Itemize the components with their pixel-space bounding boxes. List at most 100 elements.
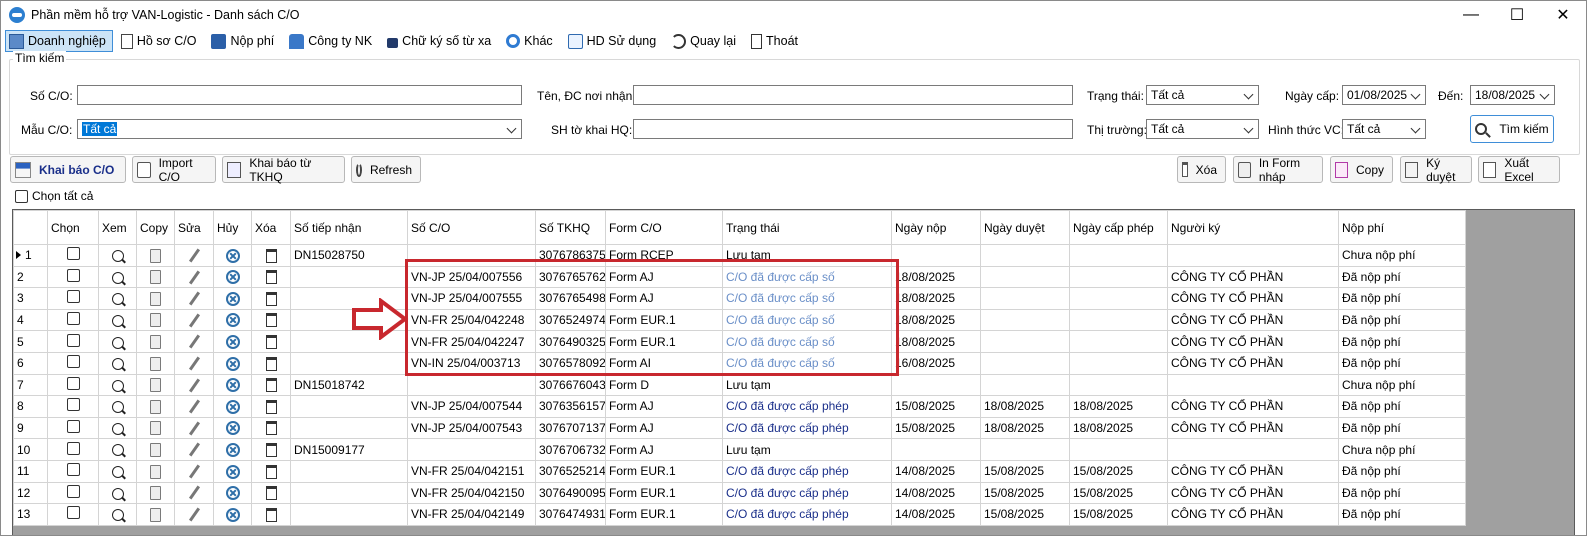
- copy-icon[interactable]: [150, 356, 161, 371]
- copy-icon[interactable]: [150, 421, 161, 436]
- import-co-button[interactable]: Import C/O: [132, 156, 216, 184]
- copy-cell[interactable]: [136, 330, 175, 353]
- delete-cell[interactable]: [251, 395, 291, 418]
- row-header[interactable]: 5: [13, 330, 48, 353]
- copy-icon[interactable]: [150, 443, 161, 458]
- zoom-icon[interactable]: [111, 422, 124, 435]
- menu-doanh-nghiep[interactable]: Doanh nghiệp: [5, 30, 113, 52]
- select-cell[interactable]: [47, 287, 99, 310]
- thi-truong-select[interactable]: Tất cả: [1146, 119, 1259, 139]
- edit-icon[interactable]: [188, 378, 200, 393]
- col-header[interactable]: Hủy: [213, 210, 252, 245]
- col-header[interactable]: Copy: [136, 210, 175, 245]
- select-cell[interactable]: [47, 351, 99, 375]
- sh-tokhai-input[interactable]: [633, 119, 1073, 139]
- view-cell[interactable]: [98, 287, 137, 310]
- view-cell[interactable]: [98, 265, 137, 289]
- col-header[interactable]: Xóa: [251, 210, 291, 245]
- edit-cell[interactable]: [174, 308, 214, 332]
- row-header[interactable]: 13: [13, 503, 48, 526]
- col-header[interactable]: Người ký: [1167, 210, 1339, 245]
- copy-cell[interactable]: [136, 459, 175, 483]
- cancel-cell[interactable]: [213, 330, 252, 353]
- edit-icon[interactable]: [188, 334, 200, 349]
- table-row[interactable]: 2 VN-JP 25/04/007556 30767657623 Form AJ C/O…: [13, 265, 1466, 289]
- copy-icon[interactable]: [150, 464, 161, 479]
- view-cell[interactable]: [98, 330, 137, 353]
- select-cell[interactable]: [47, 373, 99, 397]
- delete-cell[interactable]: [251, 265, 291, 289]
- row-checkbox[interactable]: [66, 333, 80, 347]
- copy-cell[interactable]: [136, 438, 175, 461]
- edit-cell[interactable]: [174, 351, 214, 375]
- trang-thai-select[interactable]: Tất cả: [1146, 85, 1259, 105]
- cancel-icon[interactable]: [225, 443, 240, 458]
- edit-cell[interactable]: [174, 459, 214, 483]
- maximize-button[interactable]: ☐: [1494, 1, 1540, 29]
- cancel-cell[interactable]: [213, 308, 252, 332]
- row-header[interactable]: 8: [13, 395, 48, 418]
- search-button[interactable]: Tìm kiếm: [1470, 115, 1554, 143]
- cancel-icon[interactable]: [225, 399, 240, 414]
- zoom-icon[interactable]: [111, 379, 124, 392]
- trash-icon[interactable]: [265, 486, 277, 501]
- menu-nop-phi[interactable]: Nộp phí: [207, 30, 281, 52]
- edit-cell[interactable]: [174, 438, 214, 461]
- delete-cell[interactable]: [251, 416, 291, 440]
- view-cell[interactable]: [98, 481, 137, 505]
- zoom-icon[interactable]: [111, 444, 124, 457]
- edit-cell[interactable]: [174, 330, 214, 353]
- trash-icon[interactable]: [265, 378, 277, 393]
- cancel-cell[interactable]: [213, 481, 252, 505]
- copy-cell[interactable]: [136, 481, 175, 505]
- table-row[interactable]: 12 VN-FR 25/04/042150 30764900953 Form EUR.…: [13, 481, 1466, 505]
- copy-icon[interactable]: [150, 313, 161, 328]
- zoom-icon[interactable]: [111, 509, 124, 522]
- row-header[interactable]: 7: [13, 373, 48, 397]
- row-checkbox[interactable]: [66, 463, 80, 477]
- so-co-input[interactable]: [77, 85, 522, 105]
- edit-cell[interactable]: [174, 244, 214, 267]
- cancel-icon[interactable]: [225, 486, 240, 501]
- copy-icon[interactable]: [150, 399, 161, 414]
- copy-button[interactable]: Copy: [1330, 156, 1393, 183]
- trash-icon[interactable]: [265, 248, 277, 263]
- select-cell[interactable]: [47, 459, 99, 483]
- cancel-icon[interactable]: [225, 335, 240, 350]
- table-row[interactable]: 6 VN-IN 25/04/003713 30765780923 Form AI C/O…: [13, 351, 1466, 375]
- row-checkbox[interactable]: [66, 376, 80, 390]
- menu-khac[interactable]: Khác: [502, 30, 560, 52]
- copy-cell[interactable]: [136, 395, 175, 418]
- view-cell[interactable]: [98, 503, 137, 526]
- zoom-icon[interactable]: [111, 314, 124, 327]
- edit-icon[interactable]: [188, 356, 200, 371]
- zoom-icon[interactable]: [111, 466, 124, 479]
- select-cell[interactable]: [47, 244, 99, 267]
- table-row[interactable]: 3 VN-JP 25/04/007555 30767654985 Form AJ C/O…: [13, 287, 1466, 310]
- col-header[interactable]: Số TKHQ: [535, 210, 606, 245]
- copy-cell[interactable]: [136, 308, 175, 332]
- row-checkbox[interactable]: [66, 312, 80, 326]
- cancel-icon[interactable]: [225, 291, 240, 306]
- row-header[interactable]: 11: [13, 459, 48, 483]
- menu-cong-ty-nk[interactable]: Công ty NK: [285, 30, 379, 52]
- delete-cell[interactable]: [251, 244, 291, 267]
- menu-hd-su-dung[interactable]: HD Sử dụng: [564, 30, 664, 52]
- delete-cell[interactable]: [251, 351, 291, 375]
- trash-icon[interactable]: [265, 291, 277, 306]
- edit-icon[interactable]: [188, 399, 200, 414]
- copy-icon[interactable]: [150, 291, 161, 306]
- copy-icon[interactable]: [150, 270, 161, 285]
- row-checkbox[interactable]: [66, 506, 80, 520]
- row-checkbox[interactable]: [66, 355, 80, 369]
- edit-icon[interactable]: [188, 248, 200, 263]
- cancel-icon[interactable]: [225, 270, 240, 285]
- edit-cell[interactable]: [174, 395, 214, 418]
- row-header[interactable]: 12: [13, 481, 48, 505]
- ten-dc-input[interactable]: [633, 85, 1073, 105]
- table-row[interactable]: 10 DN15009177 30767067324 Form AJ Lưu tạm Chư…: [13, 438, 1466, 461]
- edit-cell[interactable]: [174, 265, 214, 289]
- trash-icon[interactable]: [265, 313, 277, 328]
- ngay-cap-date[interactable]: 01/08/2025: [1342, 85, 1426, 105]
- cancel-cell[interactable]: [213, 395, 252, 418]
